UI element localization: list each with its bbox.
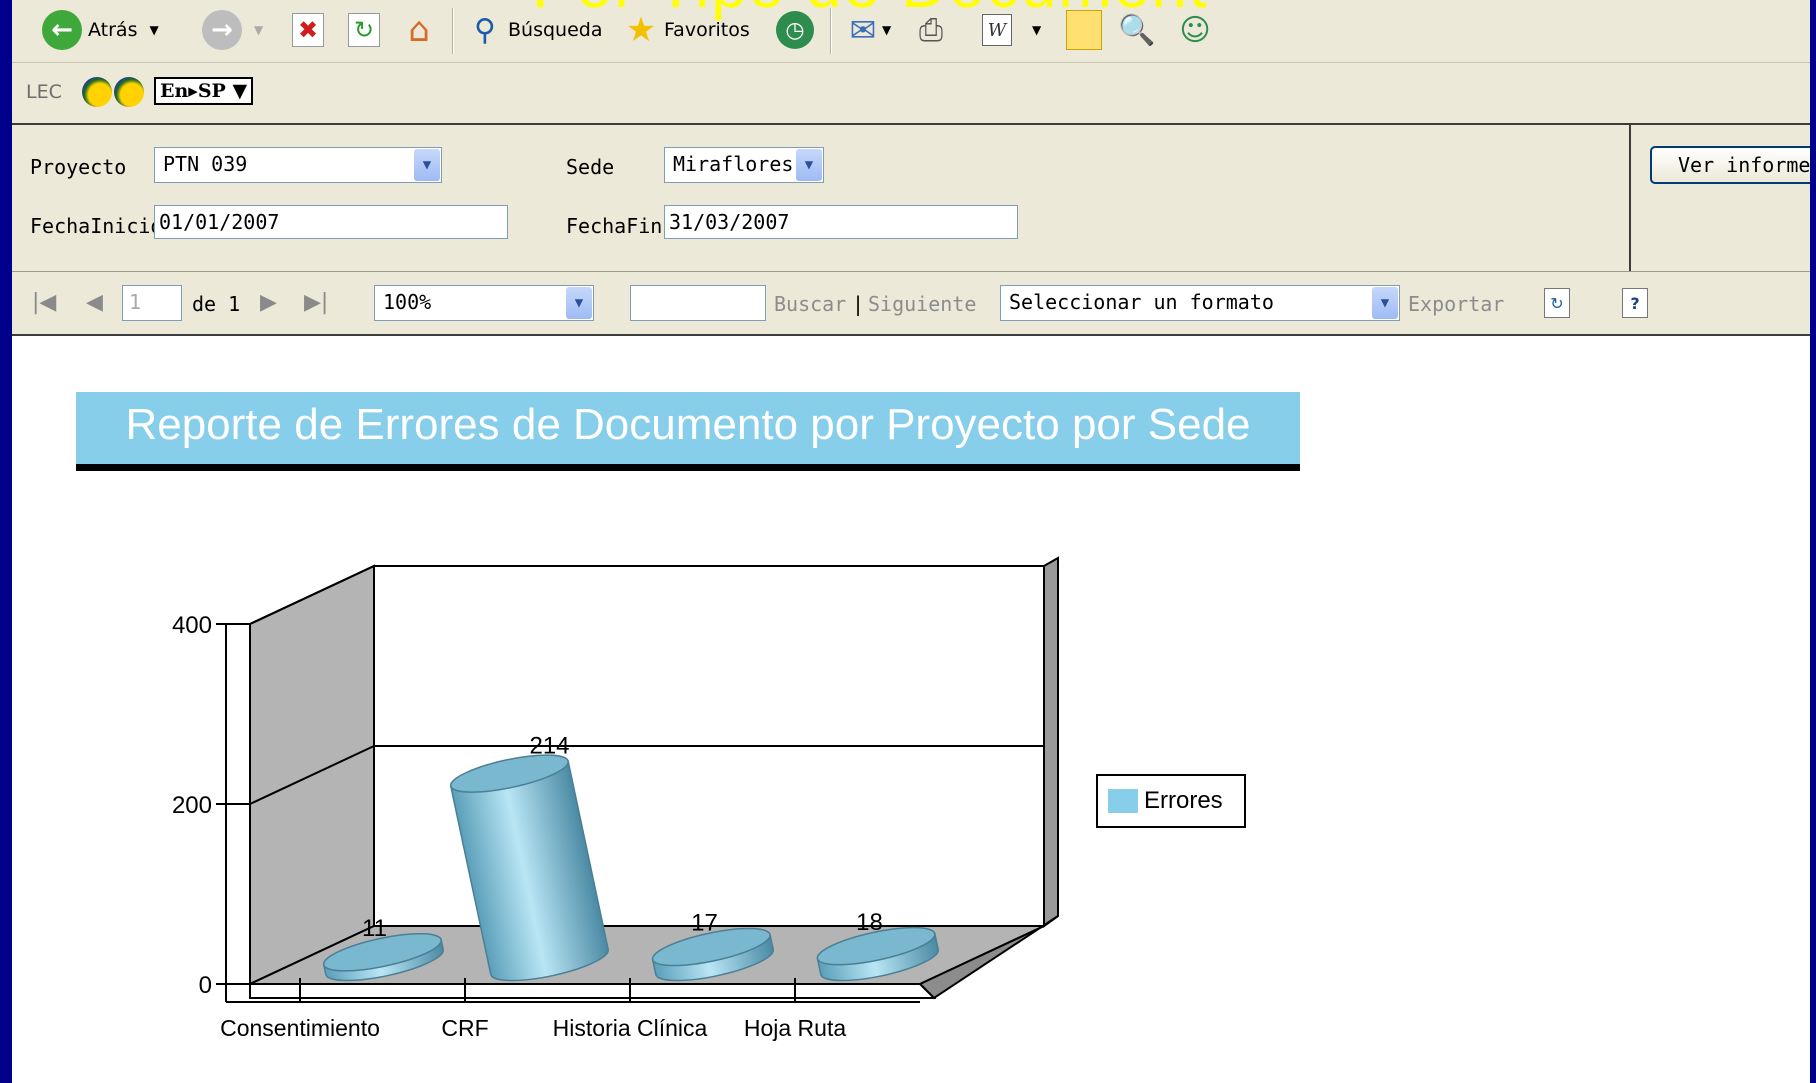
y-tick-label: 0 (199, 972, 212, 999)
errors-chart: 0 200 400 11 Consentimiento 214 CRF 17 Historia … (172, 556, 1059, 1041)
legend-swatch (1108, 789, 1138, 813)
browser-window: Por Tipo de Document ← Atrás ▼ → ▼ ✖ ↻ ⌂… (12, 0, 1810, 1083)
x-category-label: Hoja Ruta (744, 1015, 846, 1041)
data-label: 17 (691, 910, 718, 937)
y-tick-label: 400 (172, 612, 212, 639)
y-tick-label: 200 (172, 792, 212, 819)
chart-floor-front (249, 983, 937, 999)
chart-legend: Errores (1096, 774, 1246, 828)
legend-entry-errores: Errores (1144, 787, 1223, 814)
data-label: 11 (362, 915, 387, 942)
x-category-label: CRF (441, 1015, 488, 1041)
data-label: 214 (529, 732, 569, 759)
x-category-label: Consentimiento (220, 1015, 380, 1041)
x-category-label: Historia Clínica (553, 1015, 708, 1041)
data-label: 18 (856, 909, 883, 936)
chart-right-edge (1043, 556, 1059, 928)
